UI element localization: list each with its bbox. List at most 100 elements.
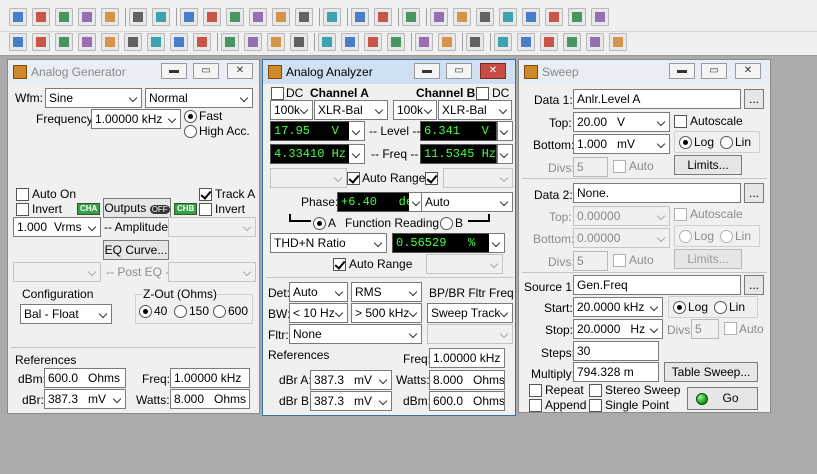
scope-icon[interactable] (32, 33, 50, 51)
panel-b-icon[interactable] (517, 33, 535, 51)
freq-ref-input[interactable]: 1.00000 kHz (170, 368, 250, 388)
phase-mode-select[interactable]: Auto (421, 192, 513, 212)
panel-f-icon[interactable] (609, 33, 627, 51)
filter-icon[interactable] (147, 33, 165, 51)
zout-600-radio[interactable] (213, 305, 226, 318)
save-icon[interactable] (78, 8, 96, 26)
data2-browse-button[interactable]: ... (744, 183, 764, 203)
source1-input[interactable]: Gen.Freq (573, 275, 741, 295)
cross-icon[interactable] (438, 33, 456, 51)
bw-high-select[interactable]: > 500 kHz (351, 303, 422, 323)
chart-icon[interactable] (364, 33, 382, 51)
dbrb-input[interactable]: 387.3 mV (310, 391, 392, 411)
level-a-unit-dropdown[interactable] (349, 121, 365, 141)
repeat-checkbox[interactable] (529, 384, 542, 397)
play-icon[interactable] (430, 8, 448, 26)
amplitude-unit-select[interactable]: Vrms (51, 217, 101, 237)
bottom-input[interactable]: 1.000 mV (573, 134, 670, 154)
gen-icon[interactable] (101, 33, 119, 51)
arrow-right-icon[interactable] (318, 33, 336, 51)
list-b-icon[interactable] (568, 8, 586, 26)
auto-range2-checkbox[interactable] (333, 258, 346, 271)
minimize-button[interactable]: ▬ (161, 63, 187, 79)
panel-a-icon[interactable] (494, 33, 512, 51)
stop-input[interactable]: 20.0000 Hz (573, 319, 663, 339)
level-b-unit-dropdown[interactable] (497, 121, 513, 141)
table-sweep-button[interactable]: Table Sweep... (664, 362, 758, 382)
data1-input[interactable]: Anlr.Level A (573, 89, 741, 109)
start-input[interactable]: 20.0000 kHz (573, 297, 663, 317)
panel-d-icon[interactable] (563, 33, 581, 51)
open-icon[interactable] (55, 8, 73, 26)
meter-icon[interactable] (78, 33, 96, 51)
source1-browse-button[interactable]: ... (744, 275, 764, 295)
speaker-icon[interactable] (193, 33, 211, 51)
list-a-icon[interactable] (545, 8, 563, 26)
generator-titlebar[interactable]: Analog Generator ▬ ▭ ✕ (8, 60, 259, 84)
dc-b-checkbox[interactable] (476, 87, 489, 100)
zout-40-radio[interactable] (139, 305, 152, 318)
eq-icon[interactable] (170, 33, 188, 51)
log-radio[interactable] (679, 136, 692, 149)
lin3-radio[interactable] (714, 301, 727, 314)
eq-curve-button[interactable]: EQ Curve... (103, 240, 169, 260)
print-icon[interactable] (129, 8, 147, 26)
stop2-icon[interactable] (476, 8, 494, 26)
panel-c-icon[interactable] (540, 33, 558, 51)
glasses-icon[interactable] (522, 8, 540, 26)
close-button[interactable]: ✕ (735, 63, 761, 79)
high-acc-radio[interactable] (184, 125, 197, 138)
undo-icon[interactable] (180, 8, 198, 26)
dcx-icon[interactable] (221, 33, 239, 51)
limits-button[interactable]: Limits... (674, 155, 742, 175)
grid-icon[interactable] (290, 33, 308, 51)
filter-select[interactable]: None (289, 324, 422, 344)
wave-icon[interactable] (244, 33, 262, 51)
auto-on-checkbox[interactable] (16, 188, 29, 201)
multiply-input[interactable]: 794.328 m (573, 362, 659, 382)
input-b-select[interactable]: XLR-Bal (438, 100, 512, 120)
analyzer-titlebar[interactable]: Analog Analyzer ▬ ▭ ✕ (263, 60, 515, 84)
steps-input[interactable]: 30 (573, 341, 659, 361)
sweep-titlebar[interactable]: Sweep ▬ ▭ ✕ (519, 60, 770, 84)
panel-e-icon[interactable] (586, 33, 604, 51)
top-input[interactable]: 20.00 V (573, 112, 670, 132)
invert-a-checkbox[interactable] (16, 203, 29, 216)
stop-icon[interactable] (295, 8, 313, 26)
minimize-button[interactable]: ▬ (414, 63, 440, 79)
det-select[interactable]: Auto (289, 282, 348, 302)
det-mode-select[interactable]: RMS (351, 282, 422, 302)
fast-radio[interactable] (184, 110, 197, 123)
configuration-select[interactable]: Bal - Float (20, 304, 112, 324)
reading-a-radio[interactable] (313, 217, 326, 230)
auto-range-checkbox[interactable] (347, 172, 360, 185)
track-a-checkbox[interactable] (199, 188, 212, 201)
notes-icon[interactable] (466, 33, 484, 51)
go-icon[interactable] (272, 8, 290, 26)
frequency-input[interactable]: 1.00000 kHz (91, 109, 181, 129)
sweep-icon[interactable] (402, 8, 420, 26)
new2-icon[interactable] (32, 8, 50, 26)
invert-b-checkbox[interactable] (199, 203, 212, 216)
outputs-button[interactable]: Outputs OFF (103, 198, 171, 218)
copy-icon[interactable] (226, 8, 244, 26)
close-button[interactable]: ✕ (480, 63, 506, 79)
fft-icon[interactable] (55, 33, 73, 51)
waveform-select[interactable]: Sine (45, 88, 142, 108)
go-button[interactable]: Go (687, 387, 758, 410)
cut-icon[interactable] (203, 8, 221, 26)
dbra-input[interactable]: 387.3 mV (310, 370, 392, 390)
function-select[interactable]: THD+N Ratio (270, 233, 387, 253)
bars-icon[interactable] (267, 33, 285, 51)
bar-a-icon[interactable] (351, 8, 369, 26)
dbm-input[interactable]: 600.0 Ohms (44, 368, 126, 388)
append-icon[interactable] (323, 8, 341, 26)
step-icon[interactable] (499, 8, 517, 26)
new-icon[interactable] (9, 8, 27, 26)
dbm-input[interactable]: 600.0 Ohms (429, 391, 505, 411)
maximize-button[interactable]: ▭ (193, 63, 219, 79)
watts-input[interactable]: 8.000 Ohms (170, 389, 250, 409)
log3-radio[interactable] (673, 301, 686, 314)
maximize-button[interactable]: ▭ (701, 63, 727, 79)
minimize-button[interactable]: ▬ (669, 63, 695, 79)
